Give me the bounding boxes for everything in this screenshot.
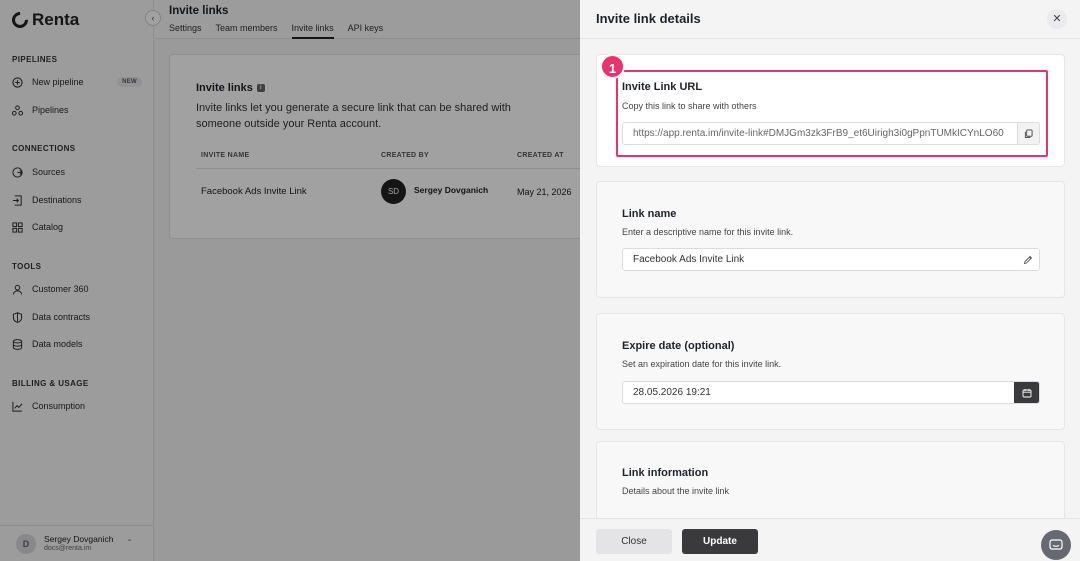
link-name-section: Link name Enter a descriptive name for t… (596, 181, 1065, 298)
section-description: Enter a descriptive name for this invite… (622, 227, 794, 237)
drawer-footer: Close Update (580, 518, 1080, 561)
section-title: Expire date (optional) (622, 340, 735, 352)
section-description: Set an expiration date for this invite l… (622, 359, 782, 369)
chat-icon[interactable] (1041, 530, 1071, 560)
expire-date-section: Expire date (optional) Set an expiration… (596, 313, 1065, 430)
expire-date-field[interactable]: 28.05.2026 19:21 (622, 381, 1040, 404)
close-button[interactable]: Close (596, 529, 672, 554)
step-badge: 1 (600, 54, 625, 79)
expire-date-value: 28.05.2026 19:21 (633, 387, 711, 398)
drawer-title: Invite link details (596, 11, 701, 26)
section-description: Details about the invite link (622, 486, 730, 496)
link-name-value: Facebook Ads Invite Link (633, 254, 745, 265)
drawer-header: Invite link details ✕ (580, 0, 1080, 39)
invite-link-details-drawer: Invite link details ✕ Invite Link URL Co… (580, 0, 1080, 561)
link-name-field[interactable]: Facebook Ads Invite Link (622, 248, 1040, 271)
calendar-icon[interactable] (1014, 382, 1039, 403)
update-button[interactable]: Update (682, 529, 758, 554)
pencil-icon[interactable] (1017, 249, 1039, 270)
close-icon[interactable]: ✕ (1047, 9, 1067, 29)
highlight-frame (616, 70, 1048, 157)
section-title: Link name (622, 208, 677, 220)
section-title: Link information (622, 467, 709, 479)
modal-backdrop[interactable] (0, 0, 580, 561)
